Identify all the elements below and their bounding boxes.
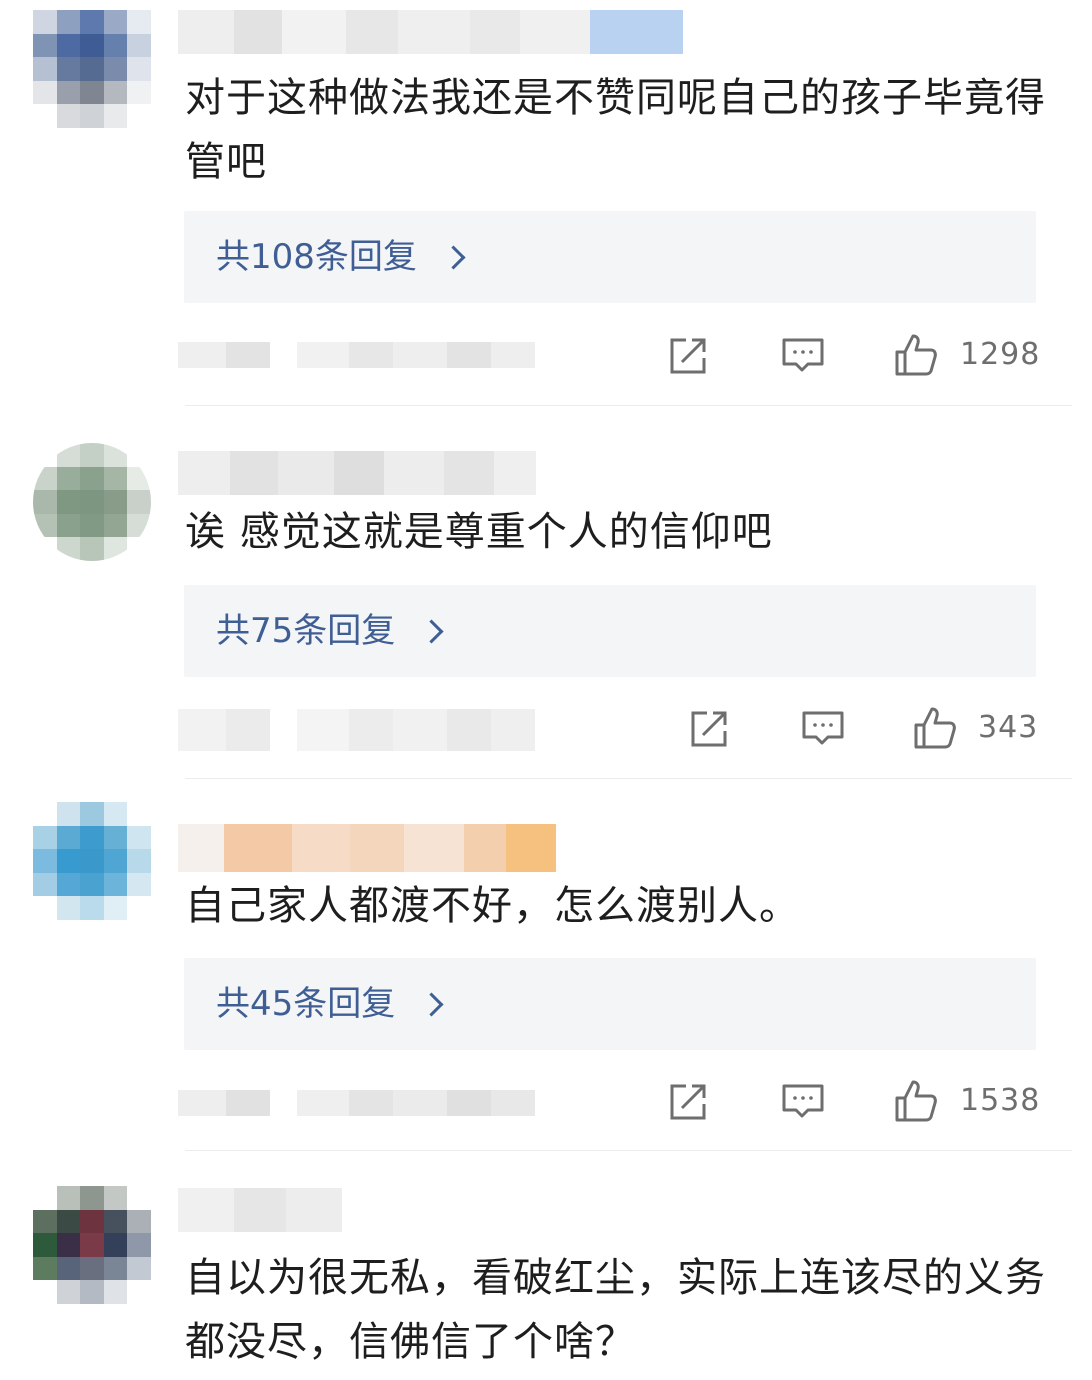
thumbs-up-icon[interactable] (893, 332, 939, 378)
view-replies-link[interactable]: 共75条回复 (216, 609, 444, 653)
avatar[interactable] (33, 443, 151, 561)
like-count: 1298 (960, 337, 1041, 372)
avatar[interactable] (33, 10, 151, 128)
view-replies-link[interactable]: 共108条回复 (216, 235, 466, 279)
comment-item: 对于这种做法我还是不赞同呢自己的孩子毕竟得管吧 共108条回复 1298 (0, 0, 1092, 405)
comment-text: 诶 感觉这就是尊重个人的信仰吧 (185, 509, 773, 555)
comment-text: 自以为很无私，看破红尘，实际上连该尽的义务都没尽，信佛信了个啥？ (185, 1255, 1046, 1365)
reply-box[interactable]: 共108条回复 (184, 211, 1036, 303)
chevron-right-icon (419, 991, 444, 1017)
comment-icon[interactable] (780, 1078, 826, 1124)
username-redacted[interactable] (178, 1188, 342, 1232)
thumbs-up-icon[interactable] (893, 1078, 939, 1124)
comment-text: 自己家人都渡不好，怎么渡别人。 (185, 883, 800, 929)
comment-item: 自己家人都渡不好，怎么渡别人。 共45条回复 1538 (0, 778, 1092, 1148)
comment-text: 对于这种做法我还是不赞同呢自己的孩子毕竟得管吧 (185, 75, 1046, 185)
reply-box[interactable]: 共45条回复 (184, 958, 1036, 1050)
location-redacted (297, 342, 535, 368)
username-redacted[interactable] (178, 10, 683, 54)
location-redacted (297, 709, 535, 751)
reply-count-label: 共45条回复 (216, 984, 396, 1024)
comment-icon[interactable] (780, 332, 826, 378)
avatar[interactable] (33, 1186, 151, 1304)
username-redacted[interactable] (178, 824, 556, 872)
comment-item: 诶 感觉这就是尊重个人的信仰吧 共75条回复 343 (0, 405, 1092, 778)
comment-item: 自以为很无私，看破红尘，实际上连该尽的义务都没尽，信佛信了个啥？ (0, 1150, 1092, 1380)
timestamp-redacted (178, 1090, 270, 1116)
thumbs-up-icon[interactable] (912, 705, 958, 751)
reply-count-label: 共108条回复 (216, 237, 417, 277)
timestamp-redacted (178, 342, 270, 368)
comment-icon[interactable] (800, 705, 846, 751)
share-icon[interactable] (666, 1078, 712, 1124)
like-count: 343 (978, 710, 1039, 745)
reply-box[interactable]: 共75条回复 (184, 585, 1036, 677)
view-replies-link[interactable]: 共45条回复 (216, 982, 444, 1026)
like-count: 1538 (960, 1083, 1041, 1118)
chevron-right-icon (441, 244, 466, 270)
share-icon[interactable] (687, 705, 733, 751)
username-redacted[interactable] (178, 451, 536, 495)
location-redacted (297, 1090, 535, 1116)
comment-footer: 1298 (0, 332, 1092, 382)
chevron-right-icon (419, 618, 444, 644)
comment-footer: 343 (0, 705, 1092, 755)
timestamp-redacted (178, 709, 270, 751)
comment-footer: 1538 (0, 1078, 1092, 1128)
reply-count-label: 共75条回复 (216, 611, 396, 651)
avatar[interactable] (33, 802, 151, 920)
share-icon[interactable] (666, 332, 712, 378)
